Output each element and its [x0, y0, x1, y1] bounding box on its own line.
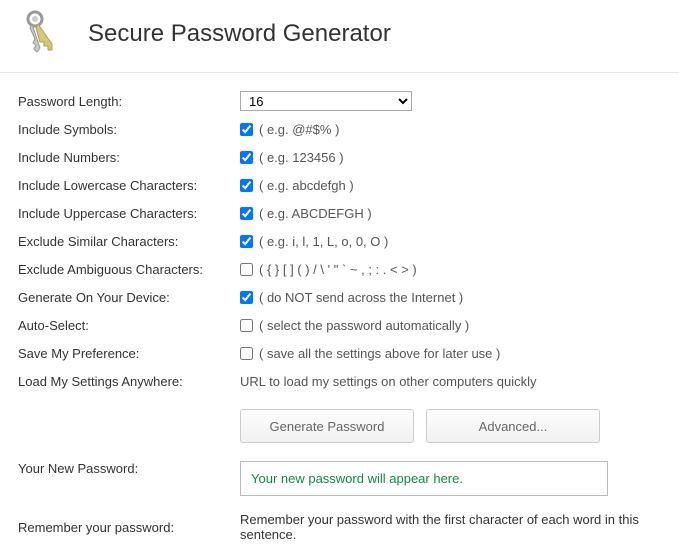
hint-ambiguous: ( { } [ ] ( ) / \ ' " ` ~ , ; : . < > ) [259, 262, 417, 277]
form: Password Length: 16 Include Symbols: ( e… [0, 91, 679, 542]
row-device: Generate On Your Device: ( do NOT send a… [18, 288, 661, 307]
checkbox-similar[interactable] [240, 235, 253, 248]
hint-uppercase: ( e.g. ABCDEFGH ) [259, 206, 372, 221]
checkbox-lowercase[interactable] [240, 179, 253, 192]
header: Secure Password Generator [0, 0, 679, 73]
hint-autoselect: ( select the password automatically ) [259, 318, 469, 333]
row-remember: Remember your password: Remember your pa… [18, 512, 661, 542]
label-device: Generate On Your Device: [18, 290, 240, 305]
row-length: Password Length: 16 [18, 91, 661, 111]
label-autoselect: Auto-Select: [18, 318, 240, 333]
password-length-select[interactable]: 16 [240, 91, 412, 111]
label-numbers: Include Numbers: [18, 150, 240, 165]
hint-loadsettings: URL to load my settings on other compute… [240, 374, 537, 389]
checkbox-numbers[interactable] [240, 151, 253, 164]
row-similar: Exclude Similar Characters: ( e.g. i, l,… [18, 232, 661, 251]
label-remember: Remember your password: [18, 520, 240, 535]
checkbox-ambiguous[interactable] [240, 263, 253, 276]
hint-symbols: ( e.g. @#$% ) [259, 122, 339, 137]
row-numbers: Include Numbers: ( e.g. 123456 ) [18, 148, 661, 167]
row-ambiguous: Exclude Ambiguous Characters: ( { } [ ] … [18, 260, 661, 279]
remember-text: Remember your password with the first ch… [240, 512, 661, 542]
row-symbols: Include Symbols: ( e.g. @#$% ) [18, 120, 661, 139]
keys-icon [18, 10, 62, 58]
checkbox-autoselect[interactable] [240, 319, 253, 332]
label-symbols: Include Symbols: [18, 122, 240, 137]
hint-numbers: ( e.g. 123456 ) [259, 150, 344, 165]
row-lowercase: Include Lowercase Characters: ( e.g. abc… [18, 176, 661, 195]
label-loadsettings: Load My Settings Anywhere: [18, 374, 240, 389]
row-loadsettings: Load My Settings Anywhere: URL to load m… [18, 372, 661, 391]
button-row: Generate Password Advanced... [240, 409, 661, 443]
label-length: Password Length: [18, 94, 240, 109]
password-output[interactable]: Your new password will appear here. [240, 461, 608, 496]
hint-savepref: ( save all the settings above for later … [259, 346, 500, 361]
label-similar: Exclude Similar Characters: [18, 234, 240, 249]
label-uppercase: Include Uppercase Characters: [18, 206, 240, 221]
checkbox-savepref[interactable] [240, 347, 253, 360]
row-uppercase: Include Uppercase Characters: ( e.g. ABC… [18, 204, 661, 223]
hint-similar: ( e.g. i, l, 1, L, o, 0, O ) [259, 234, 388, 249]
hint-device: ( do NOT send across the Internet ) [259, 290, 463, 305]
page-title: Secure Password Generator [88, 20, 391, 48]
checkbox-symbols[interactable] [240, 123, 253, 136]
label-lowercase: Include Lowercase Characters: [18, 178, 240, 193]
row-autoselect: Auto-Select: ( select the password autom… [18, 316, 661, 335]
checkbox-device[interactable] [240, 291, 253, 304]
row-savepref: Save My Preference: ( save all the setti… [18, 344, 661, 363]
row-result: Your New Password: Your new password wil… [18, 461, 661, 496]
checkbox-uppercase[interactable] [240, 207, 253, 220]
advanced-button[interactable]: Advanced... [426, 409, 600, 443]
label-ambiguous: Exclude Ambiguous Characters: [18, 262, 240, 277]
hint-lowercase: ( e.g. abcdefgh ) [259, 178, 354, 193]
label-result: Your New Password: [18, 461, 240, 476]
generate-password-button[interactable]: Generate Password [240, 409, 414, 443]
label-savepref: Save My Preference: [18, 346, 240, 361]
